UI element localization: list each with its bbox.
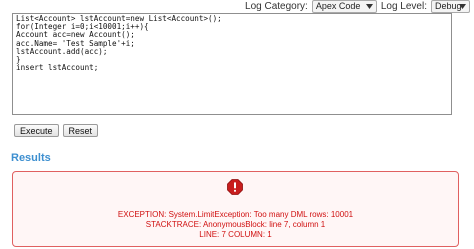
code-line: insert lstAccount;	[16, 63, 99, 73]
execute-button[interactable]: Execute	[14, 124, 59, 137]
log-level-select[interactable]: Debug	[431, 0, 470, 13]
stacktrace-line: STACKTRACE: AnonymousBlock: line 7, colu…	[145, 220, 326, 229]
reset-button[interactable]: Reset	[62, 124, 99, 137]
code-line: lstAccount.add(acc);	[16, 46, 108, 56]
chevron-down-icon	[457, 1, 468, 12]
log-toolbar: Log Category: Apex Code Log Level: Debug	[0, 0, 474, 13]
error-icon	[227, 179, 243, 195]
exception-line: EXCEPTION: System.LimitException: Too ma…	[117, 210, 354, 219]
error-message: EXCEPTION: System.LimitException: Too ma…	[13, 210, 458, 240]
log-level-label: Log Level:	[380, 0, 427, 12]
error-panel: EXCEPTION: System.LimitException: Too ma…	[12, 171, 459, 247]
log-category-label: Log Category:	[245, 0, 308, 12]
apex-code-editor[interactable]: List<Account> lstAccount=new List<Accoun…	[12, 13, 452, 115]
log-category-select[interactable]: Apex Code	[311, 0, 377, 13]
log-category-value: Apex Code	[315, 0, 361, 11]
position-line: LINE: 7 COLUMN: 1	[199, 230, 272, 239]
results-heading: Results	[11, 152, 51, 164]
chevron-down-icon	[364, 1, 375, 12]
action-buttons: Execute Reset	[14, 124, 99, 137]
